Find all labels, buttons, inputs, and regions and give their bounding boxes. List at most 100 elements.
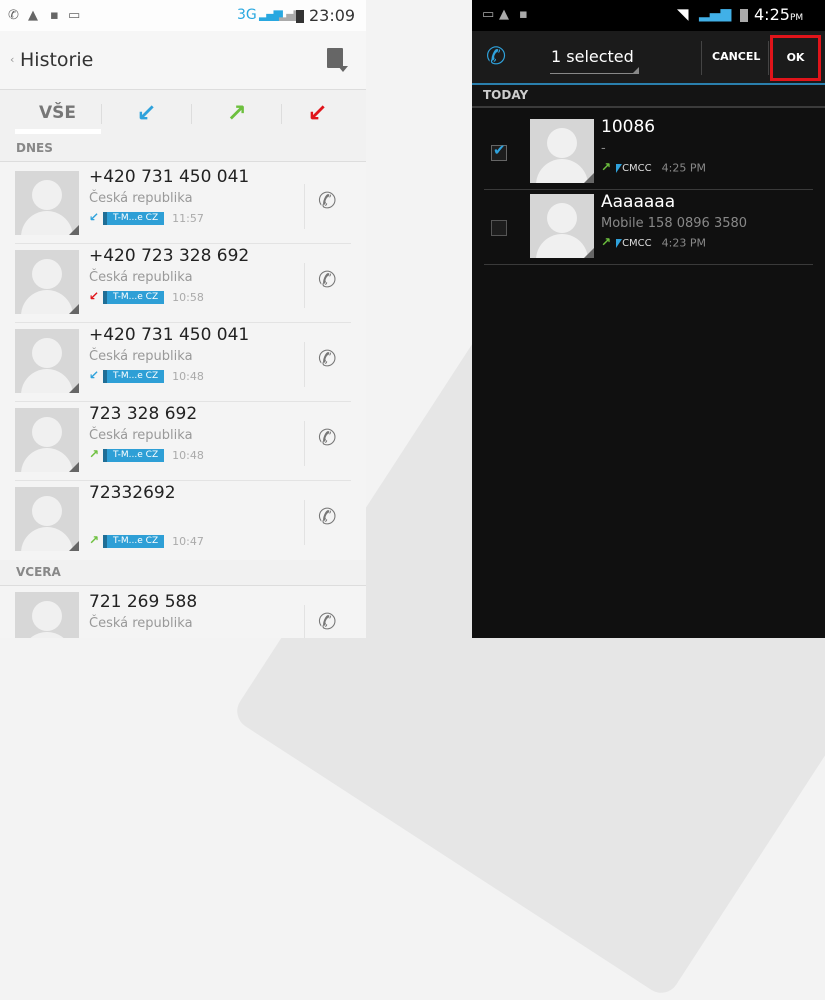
call-row[interactable]: +420 731 450 041 Česká republika ↙ T-M...… [0,325,366,402]
avatar [530,119,594,183]
call-time: 4:23 PM [661,236,706,250]
ok-button[interactable]: OK [770,35,821,81]
row-divider [15,243,351,244]
tab-incoming[interactable]: ↙ [104,90,189,136]
divider [304,500,305,545]
section-header-yesterday: VCERA [0,560,366,586]
save-icon[interactable] [327,48,348,72]
selectable-call-row[interactable]: ✔ 10086 - ↗ CMCC 4:25 PM [472,117,825,190]
back-icon[interactable]: ‹ [10,53,14,66]
call-location: Česká republika [89,349,193,364]
sim-label: CMCC [622,162,652,174]
call-meta: ↙ T-M...e CZ 10:58 [89,289,204,305]
call-meta: ↗ CMCC 4:25 PM [601,160,706,175]
outgoing-arrow-icon: ↗ [601,235,612,249]
cancel-button[interactable]: CANCEL [712,50,760,63]
call-number: +420 731 450 041 [89,167,250,187]
warning-icon: ▲ [28,8,38,23]
avatar[interactable] [15,592,79,638]
call-time: 4:25 PM [661,161,706,175]
avatar[interactable] [15,250,79,314]
warning-icon: ▲ [499,7,509,22]
call-button-icon[interactable]: ✆ [318,189,336,214]
call-name: Aaaaaaa [601,192,676,212]
call-number: 72332692 [89,483,176,503]
call-status-icon: ✆ [8,8,19,23]
divider [304,605,305,638]
sim-badge: T-M...e CZ [103,290,165,304]
call-meta: ↙ T-M...e CZ 11:57 [89,210,204,226]
tab-all-label: VŠE [38,103,76,123]
signal-icon: ▂▄▆ [699,6,732,22]
avatar [530,194,594,258]
row-checkbox[interactable]: ✔ [491,141,507,161]
section-header-today: TODAY [472,85,825,108]
tab-indicator [15,129,101,134]
call-row[interactable]: 72332692 ↗ T-M...e CZ 10:47 ✆ [0,483,366,560]
selection-count[interactable]: 1 selected [551,47,634,66]
sim-badge: T-M...e CZ [103,369,165,383]
phone-icon: ✆ [486,42,507,70]
tab-all[interactable]: VŠE [15,90,101,136]
call-time: 10:58 [172,290,204,304]
dropdown-corner-icon [633,67,639,73]
avatar[interactable] [15,487,79,551]
tab-divider [191,104,192,124]
call-button-icon[interactable]: ✆ [318,426,336,451]
call-row[interactable]: 723 328 692 Česká republika ↗ T-M...e CZ 1… [0,404,366,481]
lock-icon: ▪ [50,8,59,23]
call-number: +420 723 328 692 [89,246,250,266]
call-button-icon[interactable]: ✆ [318,610,336,635]
sim-badge: T-M...e CZ [103,534,165,548]
image-icon: ▭ [482,7,495,22]
right-phone-screen: ▭ ▲ ▪ ◥ ▂▄▆ 4:25PM ✆ 1 selected CANCEL O… [472,0,825,638]
call-meta: ↗ CMCC 4:23 PM [601,235,706,250]
status-bar: ✆ ▲ ▪ ▭ 3G ▂▄▆ ▂▄▆ 23:09 [0,0,366,31]
call-location: Česká republika [89,191,193,206]
checkmark-icon: ✔ [493,141,506,159]
call-button-icon[interactable]: ✆ [318,347,336,372]
call-time: 10:48 [172,448,204,462]
tab-missed[interactable]: ↙ [275,90,360,136]
sim-label: CMCC [622,237,652,249]
avatar[interactable] [15,171,79,235]
section-header-today: DNES [0,136,366,162]
sim-badge: T-M...e CZ [103,211,165,225]
network-type: 3G [237,7,257,23]
divider [701,41,702,75]
call-row[interactable]: 721 269 588 Česká republika ✆ [0,588,366,638]
row-divider [15,480,351,481]
call-row[interactable]: +420 731 450 041 Česká republika ↙ T-M...… [0,167,366,244]
outgoing-arrow-icon: ↗ [89,533,100,547]
call-number: +420 731 450 041 [89,325,250,345]
divider [304,342,305,387]
status-time: 23:09 [309,6,356,25]
left-phone-screen: ✆ ▲ ▪ ▭ 3G ▂▄▆ ▂▄▆ 23:09 ‹ Historie VŠE … [0,0,366,638]
outgoing-arrow-icon: ↗ [601,160,612,174]
call-location: Česká republika [89,270,193,285]
avatar[interactable] [15,408,79,472]
page-title[interactable]: Historie [20,49,93,71]
call-button-icon[interactable]: ✆ [318,268,336,293]
status-time: 4:25PM [754,5,804,24]
call-time: 10:48 [172,369,204,383]
image-icon: ▭ [68,8,81,23]
action-bar: ‹ Historie [0,31,366,90]
row-divider [484,189,813,190]
call-row[interactable]: +420 723 328 692 Česká republika ↙ T-M...… [0,246,366,323]
call-meta: ↙ T-M...e CZ 10:48 [89,368,204,384]
row-divider [484,264,813,265]
avatar[interactable] [15,329,79,393]
tab-outgoing[interactable]: ↗ [194,90,279,136]
selectable-call-row[interactable]: Aaaaaaa Mobile 158 0896 3580 ↗ CMCC 4:23 P… [472,192,825,265]
signal-icon: ▂▄▆ [259,7,283,21]
row-checkbox[interactable] [491,220,507,236]
call-number: 721 269 588 [89,592,198,612]
lock-icon: ▪ [519,7,528,22]
divider [304,263,305,308]
status-bar: ▭ ▲ ▪ ◥ ▂▄▆ 4:25PM [472,0,825,31]
call-button-icon[interactable]: ✆ [318,505,336,530]
selection-action-bar: ✆ 1 selected CANCEL OK [472,31,825,85]
divider [304,421,305,466]
sim-badge: T-M...e CZ [103,448,165,462]
